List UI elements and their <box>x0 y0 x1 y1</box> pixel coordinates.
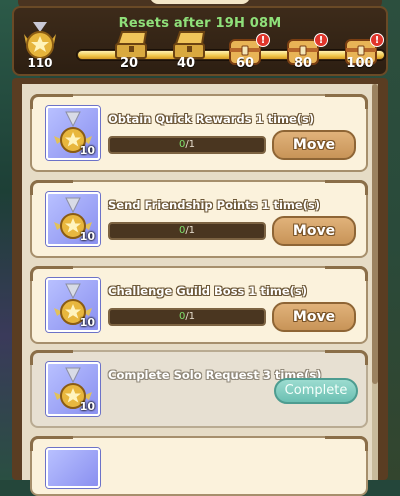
quest-title: Challenge Guild Boss 1 time(s) <box>108 284 307 298</box>
quest-reward-icon: 10 <box>46 106 100 160</box>
reward-count: 10 <box>79 230 95 243</box>
quest-title: Obtain Quick Rewards 1 time(s) <box>108 112 315 126</box>
quest-row: 10 Send Friendship Points 1 time(s) 0/1 … <box>30 180 368 258</box>
quest-progress-total: /1 <box>185 225 196 236</box>
quest-title: Send Friendship Points 1 time(s) <box>108 198 321 212</box>
quest-reward-icon: 10 <box>46 192 100 246</box>
milestone-20-label: 20 <box>119 56 139 71</box>
quest-progress-total: /1 <box>185 139 196 150</box>
reward-count: 10 <box>79 400 95 413</box>
milestone-100-label: 100 <box>346 56 374 71</box>
quest-progress-bar: 0/1 <box>108 222 266 240</box>
quest-progress-text: 0/1 <box>110 225 264 236</box>
milestone-40-label: 40 <box>176 56 196 71</box>
quest-row-partial <box>30 436 368 496</box>
milestone-60-label: 60 <box>235 56 255 71</box>
quest-row: 10 Challenge Guild Boss 1 time(s) 0/1 Mo… <box>30 266 368 344</box>
activity-points: 110 <box>27 56 53 70</box>
move-button[interactable]: Move <box>272 216 356 246</box>
quest-row-completed: 10 Complete Solo Request 3 time(s) Compl… <box>30 350 368 428</box>
quest-progress-text: 0/1 <box>110 139 264 150</box>
quest-reward-icon: 10 <box>46 278 100 332</box>
quest-reward-icon: 10 <box>46 362 100 416</box>
chest-60-alert-badge: ! <box>256 33 270 47</box>
reward-count: 10 <box>79 316 95 329</box>
frame-corner-right <box>325 180 368 195</box>
frame-corner-right <box>325 266 368 281</box>
frame-corner-right <box>325 350 368 365</box>
quest-row: 10 Obtain Quick Rewards 1 time(s) 0/1 Mo… <box>30 94 368 172</box>
quest-progress-total: /1 <box>185 311 196 322</box>
quest-list-scroll-thumb[interactable] <box>372 84 378 384</box>
window-title-tab <box>150 0 250 4</box>
quest-progress-bar: 0/1 <box>108 308 266 326</box>
chest-100-alert-badge: ! <box>370 33 384 47</box>
reward-count: 10 <box>79 144 95 157</box>
quest-progress-text: 0/1 <box>110 311 264 322</box>
move-button[interactable]: Move <box>272 130 356 160</box>
frame-corner-right <box>325 94 368 109</box>
complete-button: Complete <box>274 378 358 404</box>
milestone-80-label: 80 <box>293 56 313 71</box>
chest-80-alert-badge: ! <box>314 33 328 47</box>
quest-reward-icon <box>46 448 100 488</box>
frame-corner-right <box>325 436 368 451</box>
move-button[interactable]: Move <box>272 302 356 332</box>
quest-progress-bar: 0/1 <box>108 136 266 154</box>
